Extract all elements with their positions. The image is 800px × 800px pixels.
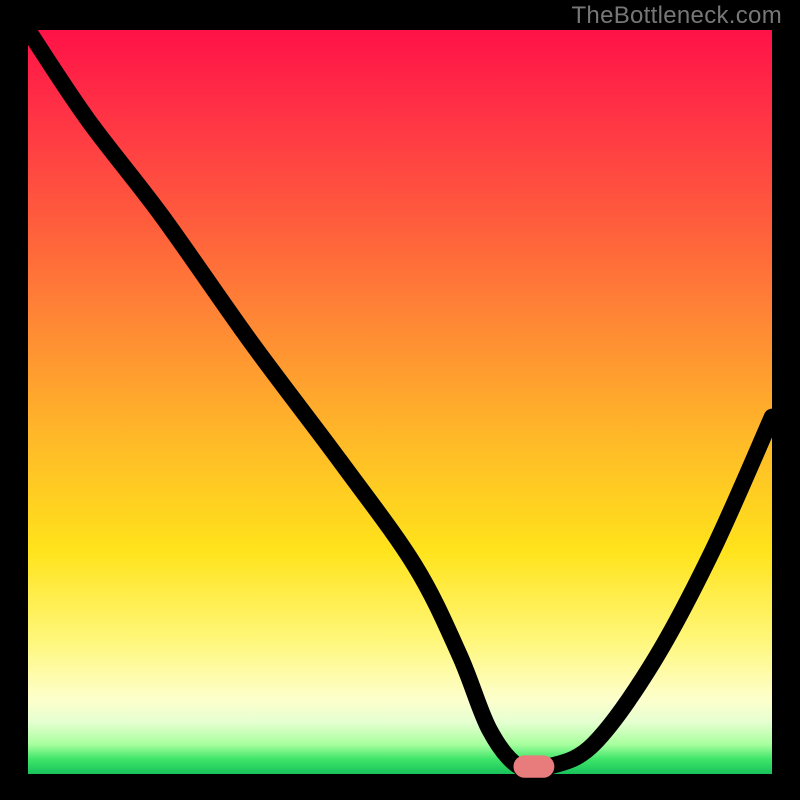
- optimum-marker: [517, 759, 550, 774]
- bottleneck-curve: [28, 30, 772, 770]
- watermark-text: TheBottleneck.com: [571, 2, 782, 30]
- plot-svg: [28, 30, 772, 774]
- chart-frame: TheBottleneck.com: [0, 0, 800, 800]
- plot-area: [28, 30, 772, 774]
